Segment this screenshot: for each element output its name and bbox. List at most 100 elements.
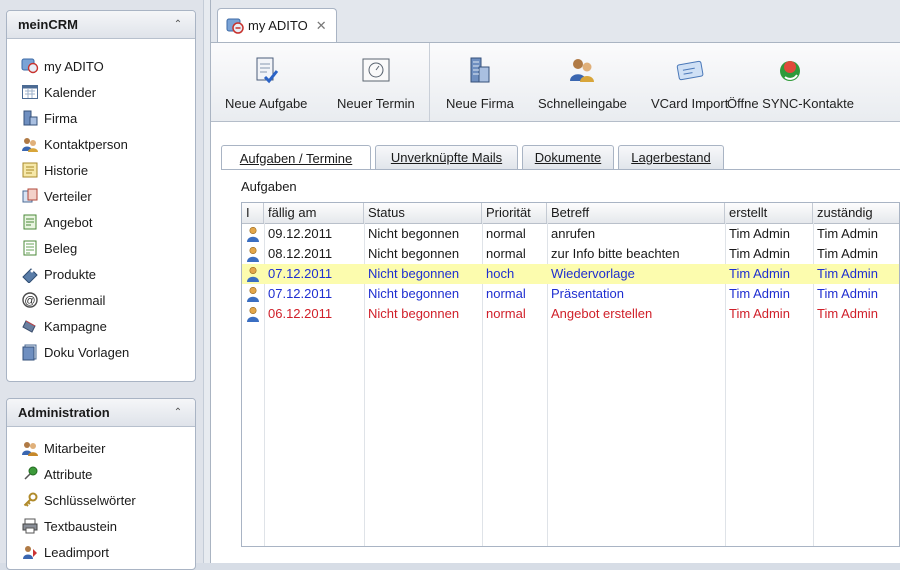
tab-my-adito[interactable]: my ADITO ✕ [217,8,337,42]
contact-person-icon [22,138,38,152]
table-row[interactable]: 08.12.2011 Nicht begonnen normal zur Info b… [242,244,899,264]
column-header-subject[interactable]: Betreff [547,203,725,223]
column-header-created[interactable]: erstellt [725,203,813,223]
mail-icon: @ [22,292,38,308]
sidebar-item-beleg[interactable]: Beleg [7,235,195,261]
sidebar-item-label: Produkte [44,266,97,282]
column-header-priority[interactable]: Priorität [482,203,547,223]
new-task-button[interactable]: Neue Aufgabe [225,43,307,121]
sidebar-item-kontaktperson[interactable]: Kontaktperson [7,131,195,157]
new-company-button[interactable]: Neue Firma [446,43,514,121]
sidebar-item-kampagne[interactable]: Kampagne [7,313,195,339]
sidebar-item-label: Beleg [44,240,78,256]
doc-templates-icon [22,344,37,361]
toolbar-label: VCard Import [651,96,729,111]
task-person-icon [247,286,259,302]
receipt-icon [23,240,37,256]
sidebar-item-angebot[interactable]: Angebot [7,209,195,235]
panel-header-administration[interactable]: Administration ⌃ [7,399,195,427]
sidebar-item-mitarbeiter[interactable]: Mitarbeiter [7,435,195,461]
cell-status: Nicht begonnen [368,306,460,321]
splitter[interactable] [203,0,211,563]
company-icon [23,110,38,126]
collapse-icon[interactable]: ⌃ [171,406,185,420]
cell-status: Nicht begonnen [368,246,460,261]
table-row[interactable]: 09.12.2011 Nicht begonnen normal anrufen Tim… [242,224,899,244]
tab-dokumente[interactable]: Dokumente [522,145,614,169]
table-header: I fällig am Status Priorität Betreff ers… [242,203,899,224]
toolbar-label: Neuer Termin [337,96,415,111]
vcard-import-button[interactable]: VCard Import [651,43,728,121]
quick-entry-icon [570,59,595,82]
sidebar-item-schlüsselwörter[interactable]: Schlüsselwörter [7,487,195,513]
sidebar-item-label: Mitarbeiter [44,440,106,456]
tab-label: my ADITO [248,18,308,33]
close-icon[interactable]: ✕ [316,18,327,34]
tab-lagerbestand[interactable]: Lagerbestand [618,145,724,169]
new-appointment-button[interactable]: Neuer Termin [337,43,415,121]
sidebar-item-label: Historie [44,162,89,178]
toolbar-label: Neue Aufgabe [225,96,308,111]
cell-assignee: Tim Admin [817,266,878,281]
vcard-icon [676,60,704,81]
sidebar-item-historie[interactable]: Historie [7,157,195,183]
sidebar-item-doku-vorlagen[interactable]: Doku Vorlagen [7,339,195,365]
cell-priority: hoch [486,266,515,281]
table-row[interactable]: 06.12.2011 Nicht begonnen normal Angebot er… [242,304,899,324]
history-icon [22,162,38,178]
column-header-due[interactable]: fällig am [264,203,364,223]
document-tabbar: my ADITO ✕ [211,0,900,43]
task-person-icon [247,306,259,322]
main-area: my ADITO ✕ Neue Aufgabe Neuer Termin Neu… [211,0,900,563]
sync-contacts-icon [780,61,801,81]
open-sync-contacts-button[interactable]: Öffne SYNC-Kontakte [727,43,854,121]
my-adito-icon [21,58,39,74]
table-row[interactable]: 07.12.2011 Nicht begonnen normal Präsentati… [242,284,899,304]
cell-subject: anrufen [551,226,596,241]
table-row[interactable]: 07.12.2011 Nicht begonnen hoch Wiedervorlag… [242,264,899,284]
sidebar-item-verteiler[interactable]: Verteiler [7,183,195,209]
panel-meincrm: meinCRM ⌃ my ADITO Kalender Firma Kontaktpe… [6,10,196,382]
panel-title: meinCRM [18,17,78,32]
cell-assignee: Tim Admin [817,226,878,241]
sidebar-item-firma[interactable]: Firma [7,105,195,131]
cell-status: Nicht begonnen [368,286,460,301]
new-company-icon [470,57,490,83]
column-header-assignee[interactable]: zuständig [813,203,899,223]
sidebar-item-leadimport[interactable]: Leadimport [7,539,195,565]
panel-header-meincrm[interactable]: meinCRM ⌃ [7,11,195,39]
toolbar-separator [429,43,430,121]
sidebar-item-attribute[interactable]: Attribute [7,461,195,487]
my-adito-icon [226,18,244,34]
tab-unverknuepfte-mails[interactable]: Unverknüpfte Mails [375,145,518,169]
quick-entry-button[interactable]: Schnelleingabe [538,43,627,121]
sidebar-item-label: Doku Vorlagen [44,344,130,360]
sidebar: meinCRM ⌃ my ADITO Kalender Firma Kontaktpe… [0,0,203,570]
column-header-status[interactable]: Status [364,203,482,223]
sidebar-item-label: my ADITO [44,58,104,74]
svg-text:@: @ [24,295,35,307]
sidebar-item-textbaustein[interactable]: Textbaustein [7,513,195,539]
task-person-icon [247,266,259,282]
cell-subject: Wiedervorlage [551,266,635,281]
tab-aufgaben-termine[interactable]: Aufgaben / Termine [221,145,371,170]
printer-icon [22,518,38,534]
task-person-icon [247,246,259,262]
collapse-icon[interactable]: ⌃ [171,18,185,32]
sidebar-item-produkte[interactable]: Produkte [7,261,195,287]
sidebar-item-label: Schlüsselwörter [44,492,136,508]
offer-icon [23,214,37,230]
cell-assignee: Tim Admin [817,246,878,261]
toolbar-label: Schnelleingabe [538,96,627,111]
sidebar-item-serienmail[interactable]: @ Serienmail [7,287,195,313]
cell-assignee: Tim Admin [817,306,878,321]
sidebar-item-my-adito[interactable]: my ADITO [7,53,195,79]
new-task-icon [256,57,279,84]
column-header-icon[interactable]: I [242,203,264,223]
panel-administration: Administration ⌃ Mitarbeiter Attribute Sch… [6,398,196,570]
toolbar-label: Öffne SYNC-Kontakte [727,96,854,111]
sidebar-item-kalender[interactable]: Kalender [7,79,195,105]
sidebar-item-label: Kontaktperson [44,136,128,152]
panel-title: Administration [18,405,110,420]
task-person-icon [247,226,259,242]
